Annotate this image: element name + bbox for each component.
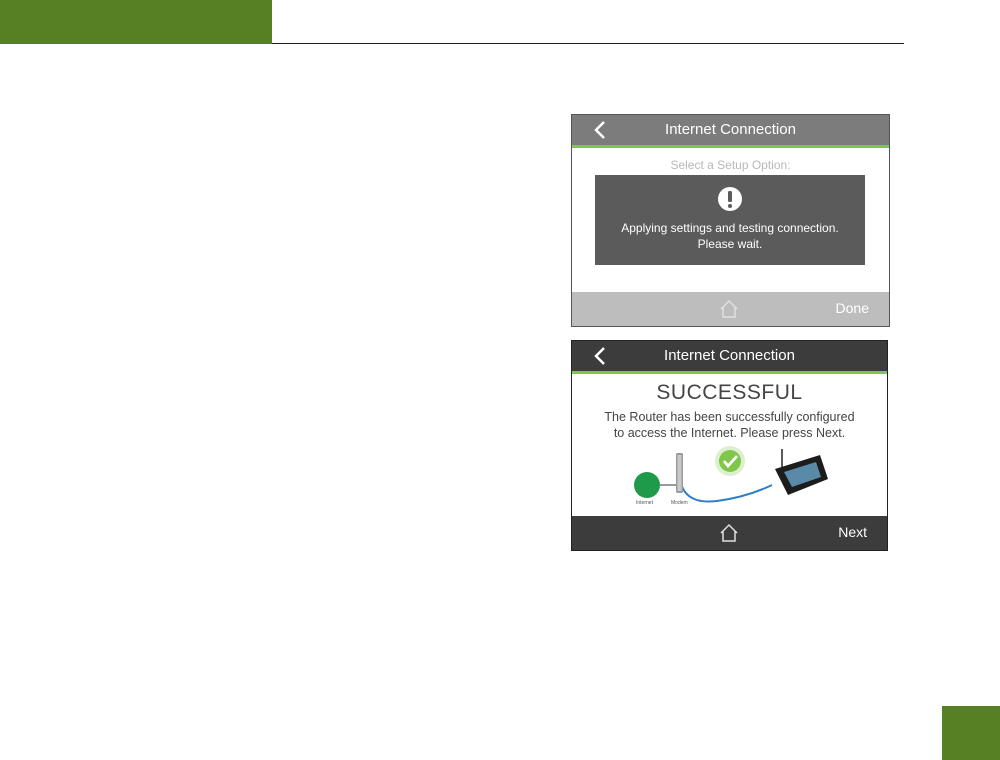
header-tab (0, 0, 272, 44)
next-button[interactable]: Next (838, 524, 867, 540)
home-icon[interactable] (718, 298, 740, 320)
screenshot-applying-settings: Internet Connection Select a Setup Optio… (571, 114, 890, 327)
success-line-1: The Router has been successfully configu… (604, 410, 855, 424)
screen-title: Internet Connection (664, 347, 795, 364)
exclamation-icon (718, 187, 742, 211)
header-rule (272, 43, 904, 44)
footer-bar: Done (572, 292, 889, 326)
dialog-line-2: Please wait. (697, 237, 763, 251)
progress-dialog: Applying settings and testing connection… (595, 175, 865, 265)
done-button[interactable]: Done (836, 300, 869, 316)
success-message: The Router has been successfully configu… (572, 409, 887, 441)
internet-label: Internet (636, 500, 653, 506)
modem-label: Modem (671, 500, 688, 506)
title-bar: Internet Connection (572, 115, 889, 148)
connection-diagram (634, 446, 828, 503)
modem-icon (676, 453, 683, 493)
title-bar: Internet Connection (572, 341, 887, 374)
screenshot-successful: Internet Connection SUCCESSFUL The Route… (571, 340, 888, 551)
screen-title: Internet Connection (665, 121, 796, 138)
dialog-line-1: Applying settings and testing connection… (621, 221, 839, 235)
page-number-tab (942, 706, 1000, 760)
dialog-message: Applying settings and testing connection… (595, 220, 865, 252)
home-icon[interactable] (718, 522, 740, 544)
footer-bar: Next (572, 516, 887, 550)
checkmark-icon (715, 446, 745, 476)
router-icon (775, 449, 828, 495)
internet-globe-icon (634, 472, 660, 498)
success-heading: SUCCESSFUL (656, 381, 803, 404)
setup-option-label: Select a Setup Option: (670, 158, 791, 172)
